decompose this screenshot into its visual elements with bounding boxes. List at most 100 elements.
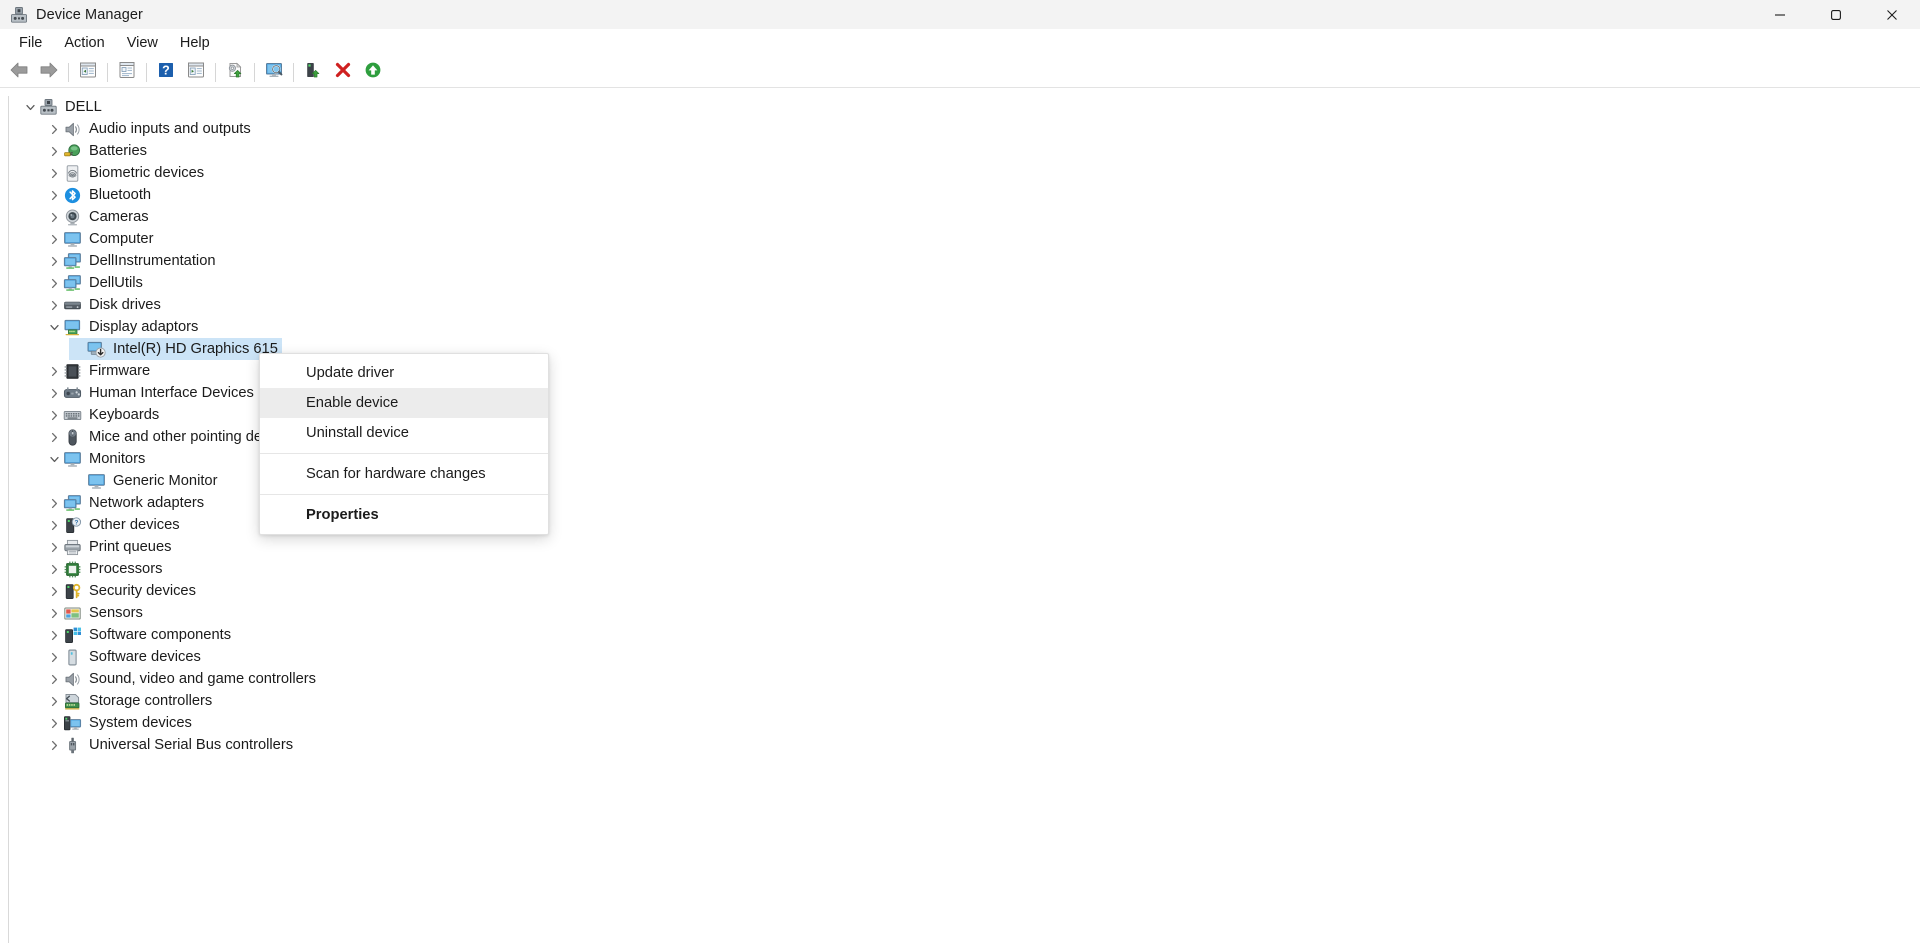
chevron-right-icon[interactable] — [45, 228, 63, 250]
tree-item-dell[interactable]: DELL — [9, 96, 1920, 118]
tree-item-dellinstrumentation[interactable]: DellInstrumentation — [9, 250, 1920, 272]
tree-item-row[interactable]: Keyboards — [45, 404, 159, 426]
chevron-right-icon[interactable] — [45, 734, 63, 756]
context-scan-for-hardware-changes[interactable]: Scan for hardware changes — [260, 459, 548, 489]
tree-item-row[interactable]: Intel(R) HD Graphics 615 — [69, 338, 282, 360]
chevron-right-icon[interactable] — [45, 294, 63, 316]
properties-button[interactable] — [112, 59, 142, 86]
tree-item-row[interactable]: Audio inputs and outputs — [45, 118, 251, 140]
chevron-right-icon[interactable] — [45, 206, 63, 228]
context-enable-device[interactable]: Enable device — [260, 388, 548, 418]
tree-item-print-queues[interactable]: Print queues — [9, 536, 1920, 558]
tree-item-display-adaptors[interactable]: Display adaptors — [9, 316, 1920, 338]
chevron-right-icon[interactable] — [45, 690, 63, 712]
chevron-right-icon[interactable] — [45, 250, 63, 272]
tree-item-row[interactable]: Mice and other pointing de — [45, 426, 262, 448]
tree-item-row[interactable]: DellUtils — [45, 272, 143, 294]
tree-item-sensors[interactable]: Sensors — [9, 602, 1920, 624]
tree-item-row[interactable]: Firmware — [45, 360, 150, 382]
tree-item-cameras[interactable]: Cameras — [9, 206, 1920, 228]
enable-device-button[interactable] — [358, 59, 388, 86]
device-context-menu[interactable]: Update driver Enable device Uninstall devi… — [259, 353, 549, 535]
tree-item-computer[interactable]: Computer — [9, 228, 1920, 250]
tree-item-bluetooth[interactable]: Bluetooth — [9, 184, 1920, 206]
tree-item-row[interactable]: Computer — [45, 228, 154, 250]
maximize-button[interactable] — [1808, 0, 1864, 29]
tree-item-system-devices[interactable]: System devices — [9, 712, 1920, 734]
chevron-right-icon[interactable] — [45, 162, 63, 184]
tree-item-row[interactable]: Display adaptors — [45, 316, 198, 338]
chevron-right-icon[interactable] — [45, 668, 63, 690]
tree-item-audio-inputs-and-outputs[interactable]: Audio inputs and outputs — [9, 118, 1920, 140]
chevron-right-icon[interactable] — [45, 624, 63, 646]
tree-item-disk-drives[interactable]: Disk drives — [9, 294, 1920, 316]
tree-item-row[interactable]: Print queues — [45, 536, 171, 558]
tree-item-biometric-devices[interactable]: Biometric devices — [9, 162, 1920, 184]
chevron-right-icon[interactable] — [45, 140, 63, 162]
tree-item-row[interactable]: Human Interface Devices — [45, 382, 254, 404]
chevron-right-icon[interactable] — [45, 184, 63, 206]
context-uninstall-device[interactable]: Uninstall device — [260, 418, 548, 448]
tree-item-row[interactable]: Storage controllers — [45, 690, 212, 712]
tree-item-row[interactable]: Batteries — [45, 140, 147, 162]
tree-item-row[interactable]: Processors — [45, 558, 162, 580]
chevron-down-icon[interactable] — [45, 448, 63, 470]
tree-item-row[interactable]: System devices — [45, 712, 192, 734]
tree-item-row[interactable]: Biometric devices — [45, 162, 204, 184]
tree-item-row[interactable]: DellInstrumentation — [45, 250, 216, 272]
scan-for-hardware-changes-button[interactable] — [259, 59, 289, 86]
tree-item-universal-serial-bus-controllers[interactable]: Universal Serial Bus controllers — [9, 734, 1920, 756]
tree-item-processors[interactable]: Processors — [9, 558, 1920, 580]
context-properties[interactable]: Properties — [260, 500, 548, 530]
tree-item-row[interactable]: Sensors — [45, 602, 143, 624]
tree-item-row[interactable]: Bluetooth — [45, 184, 151, 206]
chevron-right-icon[interactable] — [45, 492, 63, 514]
show-hide-console-tree-button[interactable] — [73, 59, 103, 86]
tree-item-row[interactable]: Disk drives — [45, 294, 161, 316]
menu-action[interactable]: Action — [53, 32, 115, 54]
tree-item-storage-controllers[interactable]: Storage controllers — [9, 690, 1920, 712]
tree-item-software-devices[interactable]: Software devices — [9, 646, 1920, 668]
context-update-driver[interactable]: Update driver — [260, 358, 548, 388]
chevron-right-icon[interactable] — [45, 404, 63, 426]
tree-item-software-components[interactable]: Software components — [9, 624, 1920, 646]
chevron-down-icon[interactable] — [21, 96, 39, 118]
tree-item-row[interactable]: Generic Monitor — [69, 470, 217, 492]
chevron-right-icon[interactable] — [45, 558, 63, 580]
tree-item-batteries[interactable]: Batteries — [9, 140, 1920, 162]
tree-item-row[interactable]: Monitors — [45, 448, 145, 470]
uninstall-device-button[interactable] — [328, 59, 358, 86]
chevron-right-icon[interactable] — [45, 118, 63, 140]
disable-device-button[interactable] — [298, 59, 328, 86]
chevron-right-icon[interactable] — [45, 602, 63, 624]
tree-item-row[interactable]: Network adapters — [45, 492, 204, 514]
chevron-right-icon[interactable] — [45, 646, 63, 668]
help-button[interactable]: ? — [151, 59, 181, 86]
tree-item-row[interactable]: Universal Serial Bus controllers — [45, 734, 293, 756]
tree-item-security-devices[interactable]: Security devices — [9, 580, 1920, 602]
chevron-right-icon[interactable] — [45, 712, 63, 734]
forward-button[interactable] — [34, 59, 64, 86]
tree-item-row[interactable]: Sound, video and game controllers — [45, 668, 316, 690]
chevron-right-icon[interactable] — [45, 426, 63, 448]
menu-view[interactable]: View — [116, 32, 169, 54]
chevron-right-icon[interactable] — [45, 360, 63, 382]
menu-file[interactable]: File — [8, 32, 53, 54]
chevron-right-icon[interactable] — [45, 382, 63, 404]
update-driver-button[interactable] — [220, 59, 250, 86]
chevron-right-icon[interactable] — [45, 536, 63, 558]
tree-item-row[interactable]: DELL — [21, 96, 102, 118]
tree-item-row[interactable]: Software devices — [45, 646, 201, 668]
tree-item-row[interactable]: ? Other devices — [45, 514, 180, 536]
menu-help[interactable]: Help — [169, 32, 221, 54]
chevron-right-icon[interactable] — [45, 272, 63, 294]
minimize-button[interactable] — [1752, 0, 1808, 29]
show-hide-action-pane-button[interactable] — [181, 59, 211, 86]
tree-item-row[interactable]: Software components — [45, 624, 231, 646]
tree-item-row[interactable]: Cameras — [45, 206, 149, 228]
chevron-down-icon[interactable] — [45, 316, 63, 338]
tree-item-dellutils[interactable]: DellUtils — [9, 272, 1920, 294]
close-button[interactable] — [1864, 0, 1920, 29]
chevron-right-icon[interactable] — [45, 514, 63, 536]
chevron-right-icon[interactable] — [45, 580, 63, 602]
